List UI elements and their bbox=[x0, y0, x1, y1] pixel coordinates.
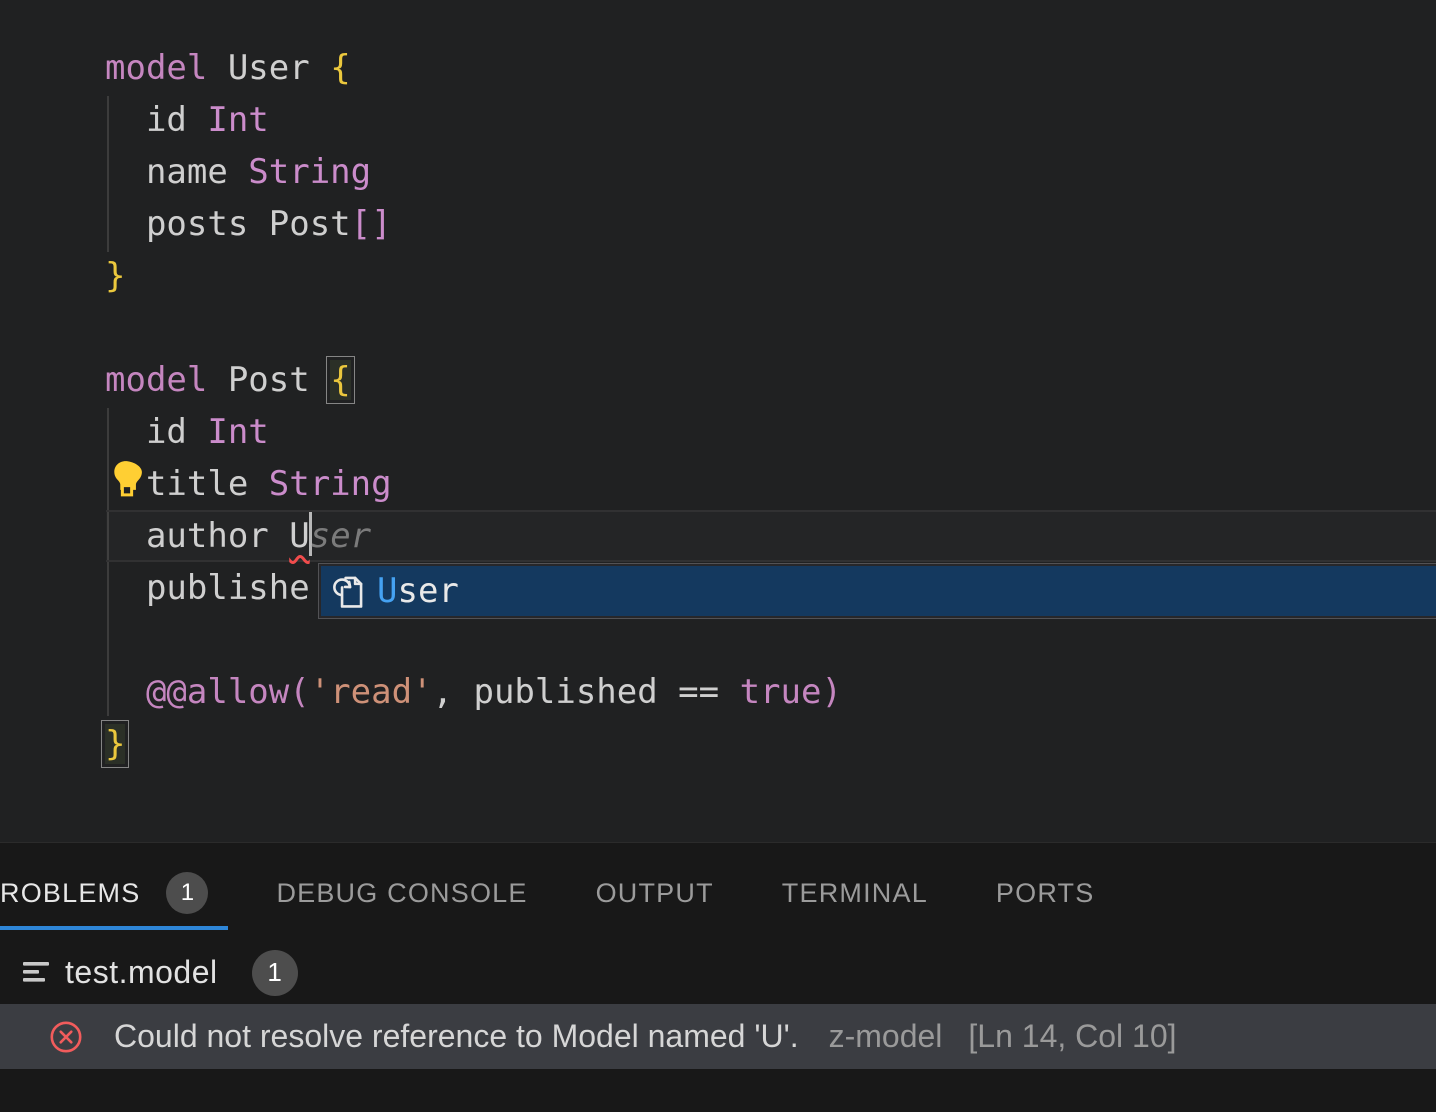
code-lines: model User { id Int name String posts Po… bbox=[105, 42, 842, 770]
problem-row[interactable]: Could not resolve reference to Model nam… bbox=[0, 1004, 1436, 1069]
problems-file-row[interactable]: test.model 1 bbox=[0, 941, 1436, 1004]
suggest-label-rest: ser bbox=[397, 571, 458, 611]
tab-output[interactable]: OUTPUT bbox=[596, 878, 714, 909]
code-token: ) bbox=[821, 672, 841, 712]
lightbulb-icon[interactable] bbox=[112, 460, 142, 500]
code-line[interactable] bbox=[105, 614, 842, 666]
code-token: id bbox=[105, 412, 207, 452]
code-token: String bbox=[248, 152, 371, 192]
code-line[interactable]: model User { bbox=[105, 42, 842, 94]
code-token: 'read' bbox=[310, 672, 433, 712]
problems-count-badge: 1 bbox=[166, 872, 208, 914]
code-token: model bbox=[105, 48, 228, 88]
code-token: publishe bbox=[105, 568, 310, 608]
code-line[interactable] bbox=[105, 302, 842, 354]
tab-label: PORTS bbox=[996, 878, 1095, 909]
code-token: @@allow( bbox=[105, 672, 310, 712]
code-token: User bbox=[228, 48, 330, 88]
symbol-reference-icon bbox=[329, 572, 367, 610]
bottom-panel: ROBLEMS 1 DEBUG CONSOLE OUTPUT TERMINAL … bbox=[0, 842, 1436, 1112]
file-problem-count-badge: 1 bbox=[252, 950, 298, 996]
tab-debug-console[interactable]: DEBUG CONSOLE bbox=[276, 878, 527, 909]
code-line[interactable]: author User bbox=[105, 510, 842, 562]
code-token: id bbox=[105, 100, 207, 140]
code-token: model bbox=[105, 360, 228, 400]
tab-terminal[interactable]: TERMINAL bbox=[782, 878, 928, 909]
code-line[interactable]: @@allow('read', published == true) bbox=[105, 666, 842, 718]
code-token: U bbox=[289, 516, 309, 556]
code-token: author bbox=[105, 516, 289, 556]
code-line[interactable]: title String bbox=[105, 458, 842, 510]
tab-problems[interactable]: ROBLEMS 1 bbox=[0, 872, 208, 914]
suggest-item-user[interactable]: U ser bbox=[321, 566, 1436, 616]
tab-label: DEBUG CONSOLE bbox=[276, 878, 527, 909]
code-line[interactable]: id Int bbox=[105, 406, 842, 458]
suggest-label-match: U bbox=[377, 571, 397, 611]
code-token: { bbox=[330, 48, 350, 88]
code-line[interactable]: posts Post[] bbox=[105, 198, 842, 250]
file-name: test.model bbox=[65, 954, 218, 991]
code-line[interactable]: name String bbox=[105, 146, 842, 198]
editor-pane[interactable]: model User { id Int name String posts Po… bbox=[0, 0, 1436, 842]
code-token: Int bbox=[207, 412, 268, 452]
problem-source: z-model bbox=[829, 1018, 943, 1055]
code-token: posts Post bbox=[105, 204, 351, 244]
tab-label: OUTPUT bbox=[596, 878, 714, 909]
code-token: [] bbox=[351, 204, 392, 244]
active-tab-underline bbox=[0, 926, 228, 930]
code-line[interactable]: id Int bbox=[105, 94, 842, 146]
code-token: , published == bbox=[433, 672, 740, 712]
code-line[interactable]: } bbox=[105, 250, 842, 302]
code-token: } bbox=[105, 724, 125, 764]
code-token: true bbox=[740, 672, 822, 712]
error-icon bbox=[49, 1020, 83, 1054]
code-token: { bbox=[330, 360, 350, 400]
code-line[interactable]: } bbox=[105, 718, 842, 770]
code-token: Int bbox=[207, 100, 268, 140]
code-token: name bbox=[105, 152, 248, 192]
code-line[interactable]: model Post { bbox=[105, 354, 842, 406]
code-token: Post bbox=[228, 360, 330, 400]
problem-location: [Ln 14, Col 10] bbox=[968, 1018, 1176, 1055]
tab-label: ROBLEMS bbox=[0, 878, 140, 909]
code-token: ser bbox=[310, 516, 371, 556]
tab-ports[interactable]: PORTS bbox=[996, 878, 1095, 909]
file-lines-icon bbox=[22, 959, 50, 987]
code-token: String bbox=[269, 464, 392, 504]
problem-message: Could not resolve reference to Model nam… bbox=[114, 1018, 799, 1055]
code-token: } bbox=[105, 256, 125, 296]
tab-label: TERMINAL bbox=[782, 878, 928, 909]
suggest-widget: U ser bbox=[318, 563, 1436, 619]
vscode-window: model User { id Int name String posts Po… bbox=[0, 0, 1436, 1112]
